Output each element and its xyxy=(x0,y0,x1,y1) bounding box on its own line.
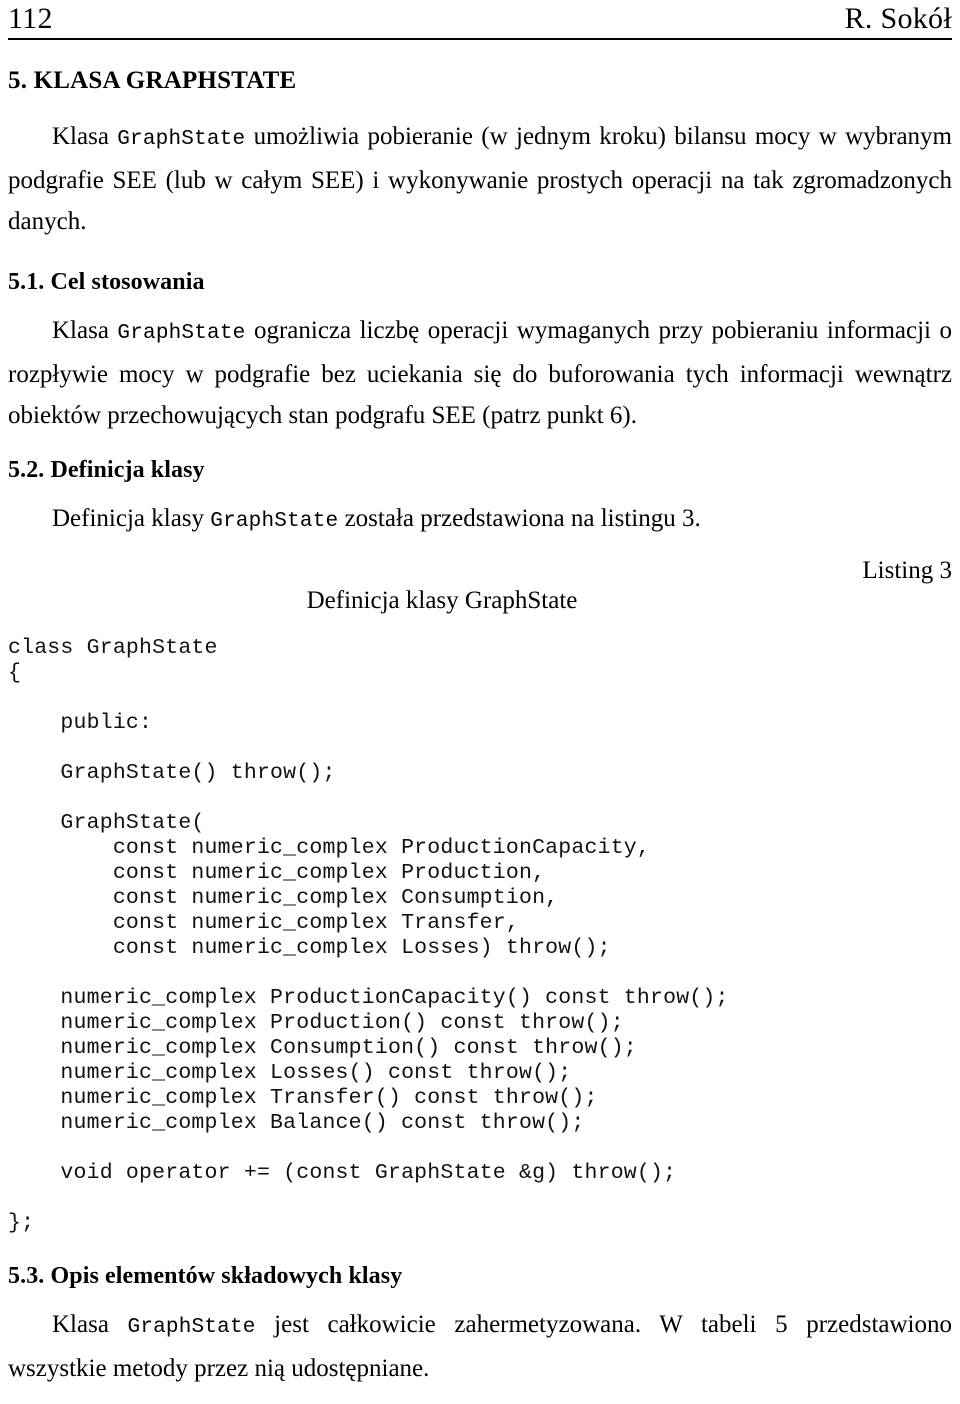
inline-code-graphstate: GraphState xyxy=(127,1316,256,1339)
running-head: 112 R. Sokół xyxy=(8,0,952,36)
document-page: 112 R. Sokół 5. KLASA GRAPHSTATE Klasa G… xyxy=(0,0,960,1404)
listing-title: Definicja klasy GraphState xyxy=(306,587,578,614)
paragraph-5-1-lead: Klasa xyxy=(52,317,118,344)
inline-code-graphstate: GraphState xyxy=(210,510,339,533)
paragraph-5-2: Definicja klasy GraphState została przed… xyxy=(8,498,952,542)
section-heading-5-2: 5.2. Definicja klasy xyxy=(8,457,205,483)
code-listing-graphstate: class GraphState { public: GraphState() … xyxy=(8,636,729,1235)
running-head-rule xyxy=(8,38,952,40)
inline-code-graphstate: GraphState xyxy=(117,128,246,151)
paragraph-5-2-lead: Definicja klasy xyxy=(52,505,211,532)
intro-paragraph: Klasa GraphState umożliwia pobieranie (w… xyxy=(8,116,952,242)
page-number: 112 xyxy=(8,2,53,35)
section-heading-5: 5. KLASA GRAPHSTATE xyxy=(8,67,297,94)
paragraph-5-2-rest: została przedstawiona na listingu 3. xyxy=(338,505,701,532)
paragraph-5-3-lead: Klasa xyxy=(52,1311,128,1338)
intro-lead-text: Klasa xyxy=(52,123,118,150)
section-heading-5-1: 5.1. Cel stosowania xyxy=(8,269,205,295)
running-head-author: R. Sokół xyxy=(844,2,952,35)
section-heading-5-3: 5.3. Opis elementów składowych klasy xyxy=(8,1263,403,1289)
paragraph-5-1: Klasa GraphState ogranicza liczbę operac… xyxy=(8,310,952,436)
inline-code-graphstate: GraphState xyxy=(117,322,246,345)
paragraph-5-3: Klasa GraphState jest całkowicie zaherme… xyxy=(8,1304,952,1389)
listing-label: Listing 3 xyxy=(862,557,952,584)
